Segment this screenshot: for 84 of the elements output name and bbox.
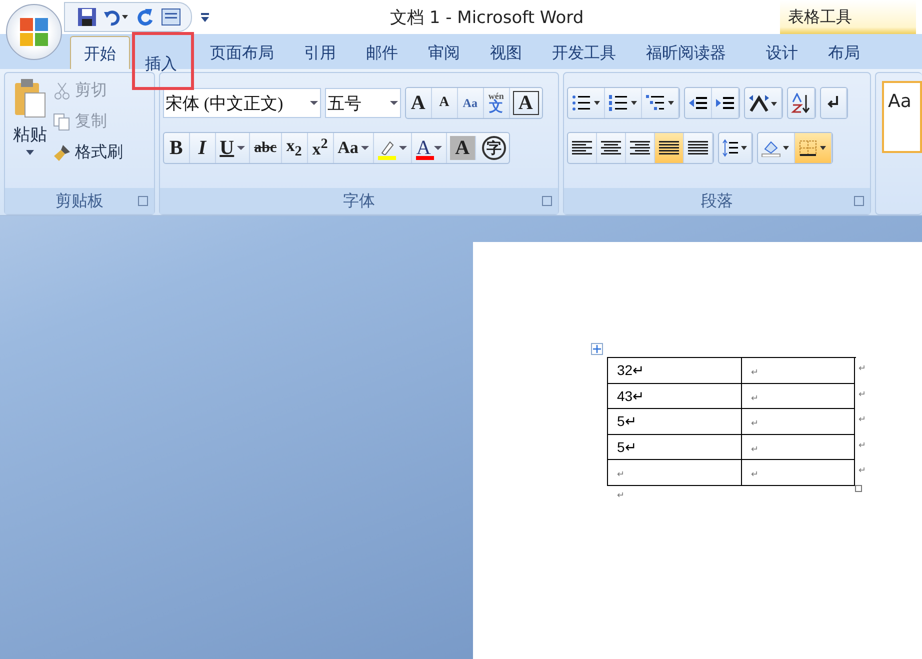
font-format-button[interactable]: B <box>164 133 190 163</box>
numbered-list-icon <box>608 94 638 112</box>
scissors-icon <box>53 82 71 100</box>
borders-icon <box>798 139 828 157</box>
font-tool-button[interactable]: Aa <box>458 88 484 118</box>
ribbon-tab[interactable]: 审阅 <box>414 36 474 69</box>
paste-button[interactable]: 粘贴 <box>13 77 47 188</box>
row-end-mark: ↵ <box>858 440 866 450</box>
copy-icon <box>53 112 71 130</box>
line-spacing-icon <box>722 139 748 157</box>
align-icon <box>658 139 680 157</box>
clipboard-command[interactable]: 格式刷 <box>53 139 123 166</box>
group-label: 字体 <box>342 190 375 212</box>
font-tool-button[interactable]: wén 文 <box>484 88 510 118</box>
font-format-button[interactable]: 字 <box>482 136 506 160</box>
row-end-mark: ↵ <box>858 415 866 425</box>
row-end-mark: ↵ <box>858 364 866 374</box>
font-name-dropdown[interactable]: 宋体 (中文正文) <box>162 88 321 118</box>
group-label: 段落 <box>700 190 733 212</box>
table-cell: ↵ <box>608 460 742 486</box>
align-icon <box>686 139 709 157</box>
font-format-button[interactable]: abc <box>250 133 282 163</box>
font-tool-button[interactable]: A <box>406 88 432 118</box>
font-tool-button[interactable]: A <box>432 88 458 118</box>
table-cell: 5↵ <box>608 409 742 434</box>
customize-menu-icon[interactable] <box>200 11 210 23</box>
decrease-indent-icon <box>688 95 708 111</box>
window-title: 文档 1 - Microsoft Word <box>390 6 584 28</box>
font-format-button[interactable]: A <box>450 136 476 160</box>
font-format-button[interactable]: x$^{2}$ <box>308 133 334 163</box>
bullet-list-icon <box>570 94 601 112</box>
table-move-handle-icon[interactable] <box>591 343 603 355</box>
table-cell: ↵ <box>742 434 855 460</box>
text-direction-icon <box>748 94 778 112</box>
font-format-button[interactable]: Aa <box>334 133 374 163</box>
align-icon <box>600 139 622 157</box>
table-cell: ↵ <box>742 384 855 409</box>
ribbon-tab[interactable]: 布局 <box>814 36 874 69</box>
table-cell: ↵ <box>742 358 855 384</box>
ribbon-tab[interactable]: 视图 <box>476 36 536 69</box>
ribbon-tab[interactable]: 开发工具 <box>538 36 630 69</box>
align-icon <box>628 139 651 157</box>
paragraph-mark: ↵ <box>617 490 626 500</box>
ribbon-tab[interactable]: 开始 <box>70 36 130 69</box>
table-resize-handle[interactable] <box>855 484 862 492</box>
sort-icon <box>790 93 811 113</box>
group-label: 剪贴板 <box>55 190 104 212</box>
dialog-launcher-icon[interactable] <box>138 196 148 206</box>
redo-icon[interactable] <box>135 7 155 27</box>
ribbon-tab[interactable]: 页面布局 <box>196 36 288 69</box>
font-tool-button[interactable]: A <box>512 91 539 115</box>
table-cell: ↵ <box>742 409 855 434</box>
clipboard-icon <box>13 77 47 119</box>
row-end-mark: ↵ <box>858 390 866 400</box>
ribbon-tab[interactable]: 福昕阅读器 <box>632 36 740 69</box>
ribbon-tab[interactable]: 引用 <box>290 36 350 69</box>
font-format-button[interactable]: x$_{2}$ <box>282 133 308 163</box>
paint-bucket-icon <box>760 139 791 157</box>
multilevel-list-icon <box>644 94 675 112</box>
borders-button[interactable] <box>794 133 832 163</box>
table-cell: 43↵ <box>608 384 742 409</box>
font-format-button[interactable]: U <box>216 133 250 163</box>
ribbon-tab[interactable]: 邮件 <box>352 36 412 69</box>
dialog-launcher-icon[interactable] <box>542 196 552 206</box>
table-cell: 32↵ <box>608 358 742 384</box>
ribbon-tab[interactable]: 插入 <box>132 32 194 90</box>
align-button[interactable] <box>654 133 684 163</box>
move-arrows-icon <box>592 344 602 354</box>
align-icon <box>570 139 593 157</box>
table-cell: 5↵ <box>608 434 742 460</box>
table-tools-header: 表格工具 <box>780 0 916 34</box>
save-icon[interactable] <box>77 7 97 27</box>
ribbon-tab[interactable]: 设计 <box>752 36 812 69</box>
dialog-launcher-icon[interactable] <box>854 196 864 206</box>
font-size-dropdown[interactable]: 五号 <box>324 88 401 118</box>
brush-icon <box>53 144 71 162</box>
row-end-mark: ↵ <box>858 466 866 476</box>
style-preview[interactable]: Aa <box>882 81 922 153</box>
print-preview-icon[interactable] <box>161 7 181 27</box>
font-format-button[interactable]: I <box>190 133 216 163</box>
increase-indent-icon <box>714 95 735 111</box>
font-format-button[interactable]: A <box>412 133 447 163</box>
caret-icon <box>26 150 34 155</box>
table-cell: ↵ <box>742 460 855 486</box>
